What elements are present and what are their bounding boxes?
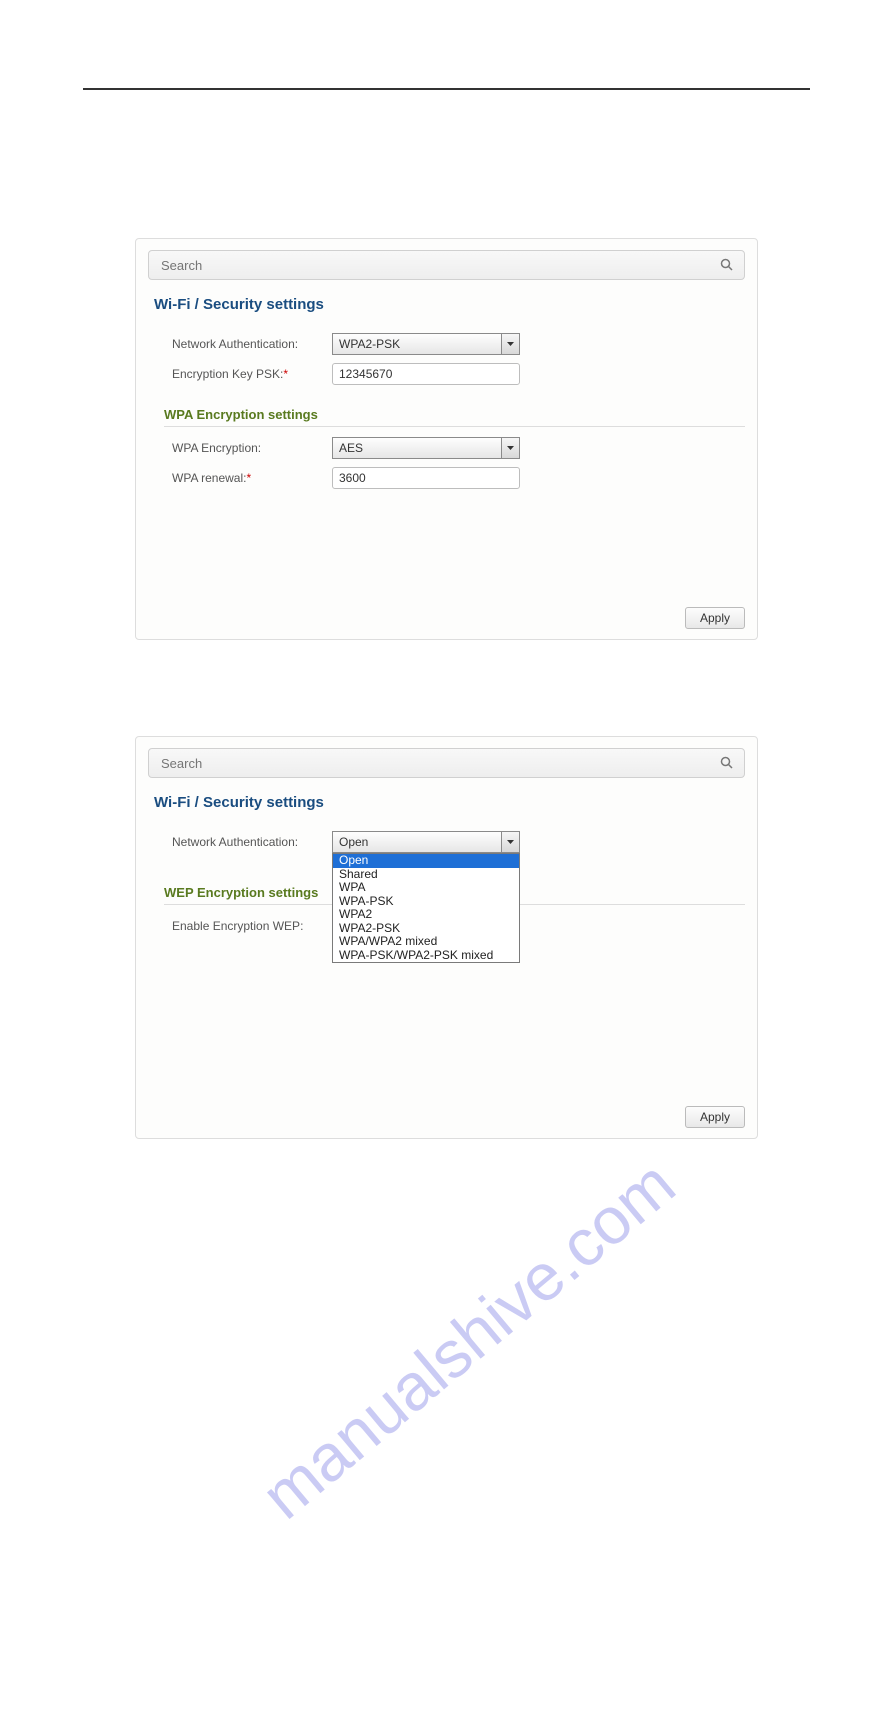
search-input[interactable] <box>159 755 720 772</box>
dropdown-option[interactable]: WPA-PSK/WPA2-PSK mixed <box>333 949 519 963</box>
search-icon[interactable] <box>720 756 734 770</box>
required-marker: * <box>246 471 251 485</box>
chevron-down-icon[interactable] <box>501 438 519 458</box>
network-authentication-row: Network Authentication: WPA2-PSK <box>172 331 757 357</box>
apply-button[interactable]: Apply <box>685 607 745 629</box>
required-marker: * <box>283 367 288 381</box>
wpa-encryption-value: AES <box>333 441 501 455</box>
top-divider <box>83 88 810 90</box>
enable-encryption-wep-label: Enable Encryption WEP: <box>172 919 332 933</box>
wpa-renewal-row: WPA renewal:* <box>172 465 757 491</box>
wpa-encryption-settings-heading: WPA Encryption settings <box>164 407 745 422</box>
network-authentication-select[interactable]: Open <box>332 831 520 853</box>
network-authentication-value: WPA2-PSK <box>333 337 501 351</box>
network-authentication-label: Network Authentication: <box>172 835 332 849</box>
breadcrumb: Wi-Fi / Security settings <box>154 296 757 313</box>
breadcrumb: Wi-Fi / Security settings <box>154 794 757 811</box>
network-authentication-dropdown[interactable]: Open Shared WPA WPA-PSK WPA2 WPA2-PSK WP… <box>332 853 520 963</box>
search-icon[interactable] <box>720 258 734 272</box>
wpa-renewal-label: WPA renewal:* <box>172 471 332 485</box>
security-settings-panel-wpa: Wi-Fi / Security settings Network Authen… <box>135 238 758 640</box>
section-divider <box>164 426 745 427</box>
network-authentication-label: Network Authentication: <box>172 337 332 351</box>
watermark: manualshive.com <box>266 1102 886 1722</box>
security-settings-panel-wep: Wi-Fi / Security settings Network Authen… <box>135 736 758 1139</box>
encryption-key-psk-label: Encryption Key PSK:* <box>172 367 332 381</box>
encryption-key-psk-input[interactable] <box>332 363 520 385</box>
search-input[interactable] <box>159 257 720 274</box>
dropdown-option[interactable]: WPA-PSK <box>333 895 519 909</box>
wpa-renewal-input[interactable] <box>332 467 520 489</box>
search-box[interactable] <box>148 250 745 280</box>
dropdown-option[interactable]: Shared <box>333 868 519 882</box>
network-authentication-select[interactable]: WPA2-PSK <box>332 333 520 355</box>
wpa-encryption-label: WPA Encryption: <box>172 441 332 455</box>
chevron-down-icon[interactable] <box>501 832 519 852</box>
dropdown-option[interactable]: WPA/WPA2 mixed <box>333 935 519 949</box>
search-box[interactable] <box>148 748 745 778</box>
dropdown-option[interactable]: WPA2-PSK <box>333 922 519 936</box>
dropdown-option[interactable]: WPA2 <box>333 908 519 922</box>
encryption-key-psk-row: Encryption Key PSK:* <box>172 361 757 387</box>
network-authentication-row: Network Authentication: Open Open Shared… <box>172 829 757 855</box>
chevron-down-icon[interactable] <box>501 334 519 354</box>
network-authentication-value: Open <box>333 835 501 849</box>
dropdown-option[interactable]: Open <box>333 854 519 868</box>
apply-button[interactable]: Apply <box>685 1106 745 1128</box>
dropdown-option[interactable]: WPA <box>333 881 519 895</box>
wpa-encryption-row: WPA Encryption: AES <box>172 435 757 461</box>
wpa-encryption-select[interactable]: AES <box>332 437 520 459</box>
svg-text:manualshive.com: manualshive.com <box>266 1146 688 1533</box>
